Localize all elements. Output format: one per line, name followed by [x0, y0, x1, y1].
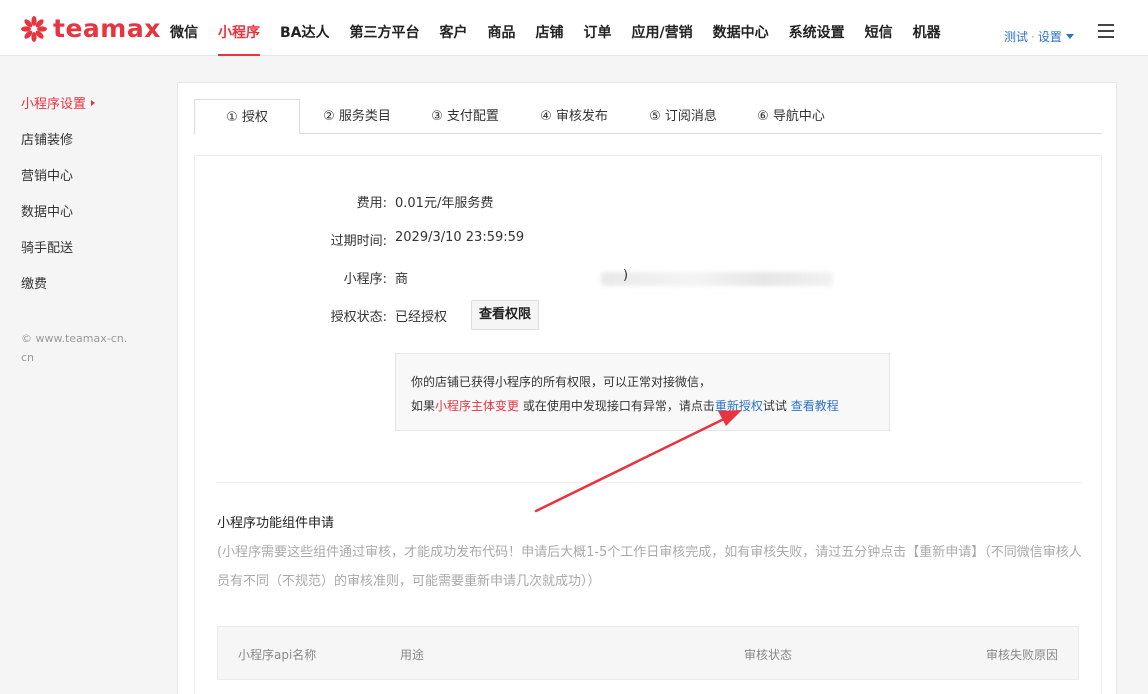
- fee-value: 0.01元/年服务费: [395, 196, 494, 211]
- brand-logo[interactable]: teamax: [20, 14, 161, 44]
- miniprogram-name-start: 商: [395, 272, 409, 287]
- miniprogram-row: 小程序: 商 ): [195, 268, 1103, 290]
- redacted-miniprogram-name: [601, 272, 833, 286]
- notice-text: 如果: [411, 399, 436, 413]
- view-permissions-button[interactable]: 查看权限: [471, 300, 540, 330]
- fee-label: 费用:: [356, 196, 387, 211]
- hamburger-menu-icon[interactable]: [1098, 24, 1114, 38]
- components-section-title: 小程序功能组件申请: [217, 516, 335, 531]
- authorization-content: 费用: 0.01元/年服务费 过期时间: 2029/3/10 23:59:59 …: [194, 155, 1102, 694]
- column-purpose: 用途: [400, 648, 425, 662]
- miniprogram-value: 商 ): [395, 268, 833, 287]
- authorization-notice: 你的店铺已获得小程序的所有权限，可以正常对接微信， 如果小程序主体变更 或在使用…: [395, 353, 890, 431]
- auth-status-value: 已经授权: [395, 310, 448, 325]
- fee-row: 费用: 0.01元/年服务费: [195, 192, 1103, 214]
- sidebar-item-data-center[interactable]: 数据中心: [21, 201, 73, 220]
- top-header: teamax 微信 小程序 BA达人 第三方平台 客户 商品 店铺 订单 应用/…: [0, 0, 1148, 56]
- sidebar-item-rider-delivery[interactable]: 骑手配送: [21, 237, 73, 256]
- nav-item-ba[interactable]: BA达人: [270, 0, 340, 56]
- nav-item-miniprogram[interactable]: 小程序: [208, 0, 270, 56]
- tab-service-category[interactable]: ② 服务类目: [312, 99, 402, 134]
- user-menu-separator: ·: [1031, 30, 1035, 44]
- notice-line-1: 你的店铺已获得小程序的所有权限，可以正常对接微信，: [411, 375, 712, 389]
- reauthorize-link[interactable]: 重新授权: [715, 399, 763, 413]
- tab-payment-config[interactable]: ③ 支付配置: [420, 99, 510, 134]
- notice-text: 试试: [762, 399, 791, 413]
- sidebar-item-miniprogram-settings[interactable]: 小程序设置: [21, 93, 96, 112]
- logo-text: teamax: [53, 14, 161, 43]
- miniprogram-name-end: ): [623, 268, 629, 283]
- tab-review-publish[interactable]: ④ 审核发布: [529, 99, 619, 134]
- nav-item-sms[interactable]: 短信: [855, 0, 903, 56]
- subject-change-highlight: 小程序主体变更: [435, 399, 520, 413]
- notice-text: 或在使用中发现接口有异常，请点击: [519, 399, 715, 413]
- flower-logo-icon: [21, 16, 47, 42]
- view-tutorial-link[interactable]: 查看教程: [791, 399, 839, 413]
- settings-link[interactable]: 设置: [1038, 30, 1062, 44]
- tab-navigation-center[interactable]: ⑥ 导航中心: [746, 99, 836, 134]
- nav-item-orders[interactable]: 订单: [574, 0, 622, 56]
- nav-item-stores[interactable]: 店铺: [526, 0, 574, 56]
- user-name[interactable]: 测试: [1004, 30, 1028, 44]
- expire-label: 过期时间:: [330, 234, 387, 249]
- column-failure-reason: 审核失败原因: [986, 648, 1059, 662]
- auth-status-row: 授权状态: 已经授权 查看权限: [195, 300, 1103, 330]
- main-nav: 微信 小程序 BA达人 第三方平台 客户 商品 店铺 订单 应用/营销 数据中心…: [160, 0, 951, 56]
- sidebar-item-label: 小程序设置: [21, 97, 87, 112]
- auth-status-label: 授权状态:: [330, 310, 387, 325]
- sidebar-item-payment[interactable]: 缴费: [21, 273, 47, 292]
- nav-item-third-party[interactable]: 第三方平台: [340, 0, 430, 56]
- section-divider: [216, 482, 1082, 483]
- tab-bar: ① 授权 ② 服务类目 ③ 支付配置 ④ 审核发布 ⑤ 订阅消息 ⑥ 导航中心: [194, 99, 1102, 135]
- nav-item-wechat[interactable]: 微信: [160, 0, 208, 56]
- nav-item-machines[interactable]: 机器: [903, 0, 951, 56]
- miniprogram-label: 小程序:: [343, 272, 387, 287]
- tab-authorization[interactable]: ① 授权: [194, 99, 300, 135]
- sidebar-item-marketing[interactable]: 营销中心: [21, 165, 73, 184]
- nav-item-data-center[interactable]: 数据中心: [703, 0, 779, 56]
- sidebar-item-store-decoration[interactable]: 店铺装修: [21, 129, 73, 148]
- nav-item-customers[interactable]: 客户: [430, 0, 478, 56]
- expire-row: 过期时间: 2029/3/10 23:59:59: [195, 230, 1103, 252]
- column-review-status: 审核状态: [744, 648, 793, 662]
- components-section-note: (小程序需要这些组件通过审核，才能成功发布代码！申请后大概1-5个工作日审核完成…: [217, 545, 1082, 589]
- nav-item-system-settings[interactable]: 系统设置: [779, 0, 855, 56]
- notice-line-2: 如果小程序主体变更 或在使用中发现接口有异常，请点击重新授权试试 查看教程: [411, 394, 889, 418]
- sidebar: 小程序设置 店铺装修 营销中心 数据中心 骑手配送 缴费 © www.teama…: [0, 57, 160, 694]
- column-api-name: 小程序api名称: [238, 648, 317, 662]
- expire-value: 2029/3/10 23:59:59: [395, 230, 525, 245]
- caret-down-icon[interactable]: [1065, 34, 1074, 39]
- nav-item-products[interactable]: 商品: [478, 0, 526, 56]
- caret-right-icon: [91, 100, 96, 106]
- main-panel: ① 授权 ② 服务类目 ③ 支付配置 ④ 审核发布 ⑤ 订阅消息 ⑥ 导航中心 …: [177, 82, 1117, 694]
- tab-subscription-messages[interactable]: ⑤ 订阅消息: [638, 99, 728, 134]
- user-menu[interactable]: 测试 · 设置: [1004, 28, 1074, 45]
- nav-item-apps-marketing[interactable]: 应用/营销: [622, 0, 703, 56]
- copyright-text: © www.teamax-cn.cn: [21, 332, 128, 364]
- components-table-header: 小程序api名称 用途 审核状态 审核失败原因: [217, 626, 1079, 680]
